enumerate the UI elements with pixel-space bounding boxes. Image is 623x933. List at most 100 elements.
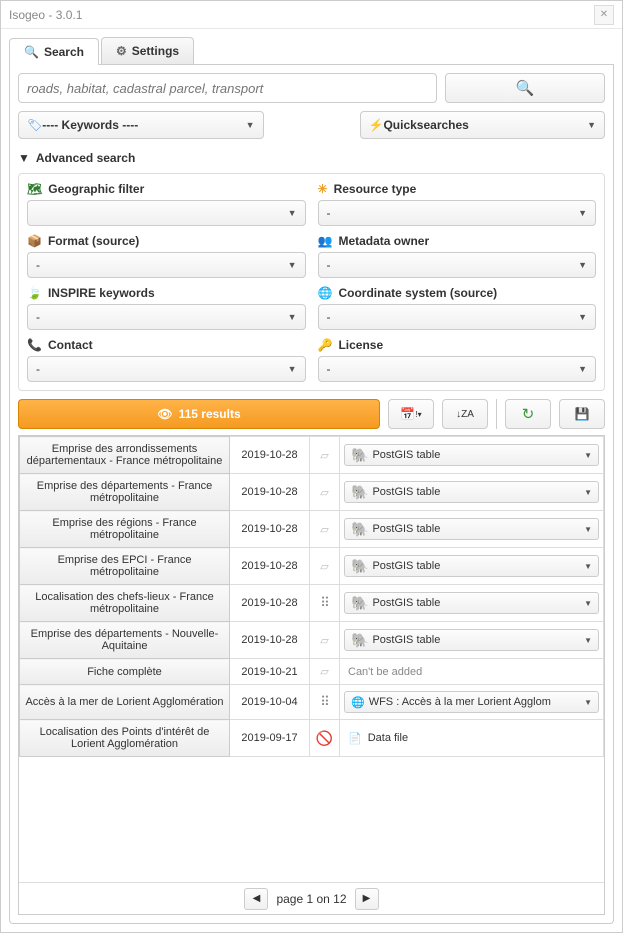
bolt-icon: ⚡	[369, 118, 384, 132]
chevron-down-icon: ▼	[584, 636, 592, 645]
layer-label: PostGIS table	[372, 634, 440, 646]
coord-filter-combo[interactable]: -▼	[318, 304, 597, 330]
owner-filter-combo[interactable]: -▼	[318, 252, 597, 278]
chevron-down-icon: ▼	[587, 120, 596, 130]
chevron-down-icon: ▼	[584, 451, 592, 460]
result-layer: 🐘PostGIS table▼	[340, 511, 604, 548]
save-icon: 💾	[575, 407, 590, 421]
restype-filter-combo[interactable]: -▼	[318, 200, 597, 226]
layer-label: WFS : Accès à la mer Lorient Agglom	[369, 696, 551, 708]
map-icon: 🗺	[27, 182, 42, 196]
table-row: Emprise des arrondissements départementa…	[20, 437, 604, 474]
advanced-search-toggle[interactable]: ▼ Advanced search	[18, 151, 605, 165]
layer-label: PostGIS table	[372, 523, 440, 535]
result-name[interactable]: Localisation des chefs-lieux - France mé…	[20, 585, 230, 622]
contact-filter-label: Contact	[48, 338, 93, 352]
postgis-icon: 🐘	[351, 447, 368, 464]
result-name[interactable]: Accès à la mer de Lorient Agglomération	[20, 685, 230, 720]
layer-static: 📄Data file	[344, 732, 599, 745]
result-name[interactable]: Emprise des EPCI - France métropolitaine	[20, 548, 230, 585]
inspire-filter-label: INSPIRE keywords	[48, 286, 155, 300]
close-button[interactable]: ✕	[594, 5, 614, 25]
result-geom: 🚫	[310, 720, 340, 757]
pager: ◀ page 1 on 12 ▶	[19, 882, 604, 914]
pager-prev[interactable]: ◀	[244, 888, 268, 910]
keywords-label: ---- Keywords ----	[42, 118, 138, 132]
leaf-icon: 🍃	[27, 286, 42, 300]
tag-icon: 🏷	[27, 118, 42, 132]
result-name[interactable]: Emprise des régions - France métropolita…	[20, 511, 230, 548]
layer-combo[interactable]: 🐘PostGIS table▼	[344, 481, 599, 503]
result-date: 2019-10-28	[230, 474, 310, 511]
result-name[interactable]: Emprise des arrondissements départementa…	[20, 437, 230, 474]
save-button[interactable]: 💾	[559, 399, 605, 429]
result-name[interactable]: Fiche complète	[20, 659, 230, 685]
eye-icon: 👁	[157, 407, 172, 421]
result-name[interactable]: Emprise des départements - France métrop…	[20, 474, 230, 511]
chevron-down-icon: ▼	[246, 120, 255, 130]
layer-label: PostGIS table	[372, 449, 440, 461]
license-filter-combo[interactable]: -▼	[318, 356, 597, 382]
pager-text: page 1 on 12	[276, 892, 346, 906]
layer-label: PostGIS table	[372, 560, 440, 572]
layer-static: Can't be added	[344, 666, 599, 678]
result-name[interactable]: Localisation des Points d'intérêt de Lor…	[20, 720, 230, 757]
results-button[interactable]: 👁 115 results	[18, 399, 380, 429]
table-row: Localisation des Points d'intérêt de Lor…	[20, 720, 604, 757]
date-sort-button[interactable]: 📅!▾	[388, 399, 434, 429]
quicksearches-combo[interactable]: ⚡ Quicksearches ▼	[360, 111, 606, 139]
polygon-icon: ▱	[320, 449, 328, 462]
search-button[interactable]: 🔍	[445, 73, 605, 103]
window-title: Isogeo - 3.0.1	[9, 8, 82, 22]
result-date: 2019-10-28	[230, 511, 310, 548]
result-geom: ⠿	[310, 685, 340, 720]
format-filter-combo[interactable]: -▼	[27, 252, 306, 278]
layer-combo[interactable]: 🐘PostGIS table▼	[344, 518, 599, 540]
refresh-icon: ↻	[522, 405, 535, 423]
titlebar: Isogeo - 3.0.1 ✕	[1, 1, 622, 29]
format-filter-label: Format (source)	[48, 234, 139, 248]
box-icon: 📦	[27, 234, 42, 248]
triangle-down-icon: ▼	[18, 151, 30, 165]
results-table: Emprise des arrondissements départementa…	[18, 435, 605, 915]
tab-search-label: Search	[44, 45, 84, 59]
table-row: Fiche complète2019-10-21▱ Can't be added	[20, 659, 604, 685]
contact-filter-combo[interactable]: -▼	[27, 356, 306, 382]
points-icon: ⠿	[320, 595, 329, 611]
key-icon: 🔑	[318, 338, 333, 352]
keywords-combo[interactable]: 🏷 ---- Keywords ---- ▼	[18, 111, 264, 139]
layer-combo[interactable]: 🐘PostGIS table▼	[344, 555, 599, 577]
result-layer: Can't be added	[340, 659, 604, 685]
result-date: 2019-10-28	[230, 437, 310, 474]
pager-next[interactable]: ▶	[355, 888, 379, 910]
search-icon: 🔍	[516, 79, 535, 97]
layer-combo[interactable]: 🐘 PostGIS table ▼	[344, 444, 599, 466]
layer-combo[interactable]: 🐘PostGIS table▼	[344, 629, 599, 651]
postgis-icon: 🐘	[351, 595, 368, 612]
alpha-sort-button[interactable]: ↓ZA	[442, 399, 488, 429]
table-row: Localisation des chefs-lieux - France mé…	[20, 585, 604, 622]
chevron-down-icon: ▼	[288, 312, 297, 322]
search-input[interactable]	[18, 73, 437, 103]
result-date: 2019-10-21	[230, 659, 310, 685]
result-geom: ▱	[310, 659, 340, 685]
result-layer: 🐘PostGIS table▼	[340, 585, 604, 622]
table-row: Emprise des régions - France métropolita…	[20, 511, 604, 548]
restype-filter-label: Resource type	[334, 182, 417, 196]
geo-filter-combo[interactable]: ▼	[27, 200, 306, 226]
wfs-icon: 🌐	[351, 696, 365, 709]
refresh-button[interactable]: ↻	[505, 399, 551, 429]
tab-bar: 🔍 Search ⚙ Settings	[9, 37, 614, 65]
layer-combo[interactable]: 🐘PostGIS table▼	[344, 592, 599, 614]
inspire-filter-combo[interactable]: -▼	[27, 304, 306, 330]
postgis-icon: 🐘	[351, 484, 368, 501]
blocked-icon: 🚫	[316, 730, 333, 747]
tab-search[interactable]: 🔍 Search	[9, 38, 99, 65]
layer-combo[interactable]: 🌐WFS : Accès à la mer Lorient Agglom▼	[344, 691, 599, 713]
tab-settings[interactable]: ⚙ Settings	[101, 37, 194, 64]
result-date: 2019-10-28	[230, 585, 310, 622]
license-filter-label: License	[338, 338, 383, 352]
search-panel: 🔍 🏷 ---- Keywords ---- ▼ ⚡ Quicksearches…	[9, 65, 614, 924]
tab-settings-label: Settings	[132, 44, 179, 58]
result-name[interactable]: Emprise des départements - Nouvelle-Aqui…	[20, 622, 230, 659]
